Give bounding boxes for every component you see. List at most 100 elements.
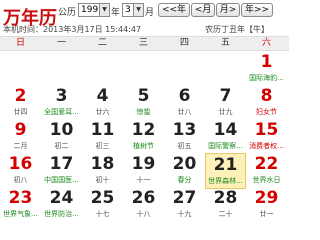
- day-lunar-label: 廿四: [13, 108, 28, 116]
- day-number: 11: [90, 120, 115, 140]
- day-lunar-label: 二十: [218, 210, 233, 218]
- day-number: 6: [178, 86, 191, 106]
- calendar-day[interactable]: 22 世界水日: [246, 153, 287, 189]
- weekday-tue: 二: [97, 38, 107, 48]
- day-lunar-label: 中国国医...: [44, 176, 79, 184]
- day-lunar-label: 国际海豹...: [249, 74, 284, 82]
- day-lunar-label: 妇女节: [256, 108, 277, 116]
- weekday-mon: 一: [56, 38, 66, 48]
- day-number: 22: [254, 154, 279, 174]
- day-lunar-label: 十九: [177, 210, 192, 218]
- calendar-day[interactable]: 10 初二: [41, 119, 82, 155]
- calendar-day[interactable]: 26 十八: [123, 187, 164, 223]
- day-number: 23: [8, 188, 33, 208]
- prev-month-button[interactable]: <月: [191, 3, 215, 17]
- month-select[interactable]: 3 ▼: [122, 3, 144, 17]
- calendar-day[interactable]: 6 廿八: [164, 85, 205, 121]
- day-lunar-label: 初五: [177, 142, 192, 150]
- year-select[interactable]: 1997 ▼: [78, 3, 110, 17]
- calendar-day[interactable]: 17 中国国医...: [41, 153, 82, 189]
- calendar-day[interactable]: 14 国际警察...: [205, 119, 246, 155]
- day-lunar-label: 世界水日: [252, 176, 281, 184]
- weekday-sat: 六: [261, 38, 271, 48]
- day-lunar-label: 十一: [136, 176, 151, 184]
- calendar-day[interactable]: 7 廿九: [205, 85, 246, 121]
- day-number: 29: [254, 188, 279, 208]
- calendar-day[interactable]: 19 十一: [123, 153, 164, 189]
- day-number: 28: [213, 188, 238, 208]
- calendar-day[interactable]: 25 十七: [82, 187, 123, 223]
- day-number: 27: [172, 188, 197, 208]
- day-lunar-label: 初八: [13, 176, 28, 184]
- next-month-button[interactable]: 月>: [216, 3, 240, 17]
- day-lunar-label: 二月: [13, 142, 28, 150]
- calendar-day[interactable]: 9 二月: [0, 119, 41, 155]
- day-number: 14: [213, 120, 238, 140]
- calendar-day[interactable]: 5 惊蛰: [123, 85, 164, 121]
- calendar-day[interactable]: 4 廿六: [82, 85, 123, 121]
- day-number: 7: [219, 86, 232, 106]
- day-lunar-label: 植树节: [133, 142, 154, 150]
- calendar-day[interactable]: 29 廿一: [246, 187, 287, 223]
- month-select-value: 3: [125, 5, 131, 15]
- calendar-day[interactable]: 23 世界气象...: [0, 187, 41, 223]
- weekday-sun: 日: [15, 38, 25, 48]
- calendar-day[interactable]: 13 初五: [164, 119, 205, 155]
- day-lunar-label: 廿一: [259, 210, 274, 218]
- day-lunar-label: 消费者权...: [249, 142, 284, 150]
- calendar-day[interactable]: 8 妇女节: [246, 85, 287, 121]
- day-lunar-label: 廿八: [177, 108, 192, 116]
- calendar-day[interactable]: 18 初十: [82, 153, 123, 189]
- day-number: 25: [90, 188, 115, 208]
- day-number: 5: [137, 86, 150, 106]
- day-number: 13: [172, 120, 197, 140]
- day-number: 10: [49, 120, 74, 140]
- day-lunar-label: 全国爱耳...: [44, 108, 79, 116]
- next-year-button[interactable]: 年>>: [241, 3, 273, 17]
- day-lunar-label: 国际警察...: [208, 142, 243, 150]
- day-number: 8: [260, 86, 273, 106]
- calendar-day[interactable]: 24 世界防治...: [41, 187, 82, 223]
- day-lunar-label: 廿九: [218, 108, 233, 116]
- day-lunar-label: 春分: [177, 176, 192, 184]
- calendar-day[interactable]: 27 十九: [164, 187, 205, 223]
- day-number: 20: [172, 154, 197, 174]
- day-lunar-label: 世界气象...: [3, 210, 38, 218]
- day-lunar-label: 惊蛰: [136, 108, 151, 116]
- calendar-day[interactable]: 28 二十: [205, 187, 246, 223]
- day-lunar-label: 初二: [54, 142, 69, 150]
- day-number: 26: [131, 188, 156, 208]
- day-number: 2: [14, 86, 27, 106]
- calendar-day[interactable]: 20 春分: [164, 153, 205, 189]
- day-lunar-label: 廿六: [95, 108, 110, 116]
- day-lunar-label: 十七: [95, 210, 110, 218]
- day-number: 17: [49, 154, 74, 174]
- calendar-type-label: 公历: [58, 8, 77, 18]
- month-suffix: 月: [145, 8, 155, 18]
- current-time-value: 2013年3月17日 15:44:47: [43, 25, 142, 34]
- day-number: 9: [14, 120, 27, 140]
- calendar-day[interactable]: 11 初三: [82, 119, 123, 155]
- calendar-day[interactable]: 12 植树节: [123, 119, 164, 155]
- calendar-day-today[interactable]: 21 世界森林...: [205, 153, 246, 189]
- calendar-day[interactable]: 3 全国爱耳...: [41, 85, 82, 121]
- calendar-day[interactable]: 15 消费者权...: [246, 119, 287, 155]
- calendar-day[interactable]: 16 初八: [0, 153, 41, 189]
- day-lunar-label: 世界森林...: [208, 177, 243, 185]
- weekday-fri: 五: [220, 38, 230, 48]
- day-number: 4: [96, 86, 109, 106]
- calendar-day[interactable]: 2 廿四: [0, 85, 41, 121]
- day-lunar-label: 世界防治...: [44, 210, 79, 218]
- lunar-year-info: 农历丁丑年【牛】: [205, 25, 269, 34]
- day-number: 19: [131, 154, 156, 174]
- day-number: 15: [254, 120, 279, 140]
- calendar-day[interactable]: 1 国际海豹...: [246, 51, 287, 87]
- day-number: 21: [213, 155, 238, 175]
- weekday-thu: 四: [179, 38, 189, 48]
- day-number: 3: [55, 86, 68, 106]
- day-lunar-label: 十八: [136, 210, 151, 218]
- day-lunar-label: 初三: [95, 142, 110, 150]
- prev-year-button[interactable]: <<年: [158, 3, 190, 17]
- day-number: 1: [260, 52, 273, 72]
- year-suffix: 年: [111, 8, 121, 18]
